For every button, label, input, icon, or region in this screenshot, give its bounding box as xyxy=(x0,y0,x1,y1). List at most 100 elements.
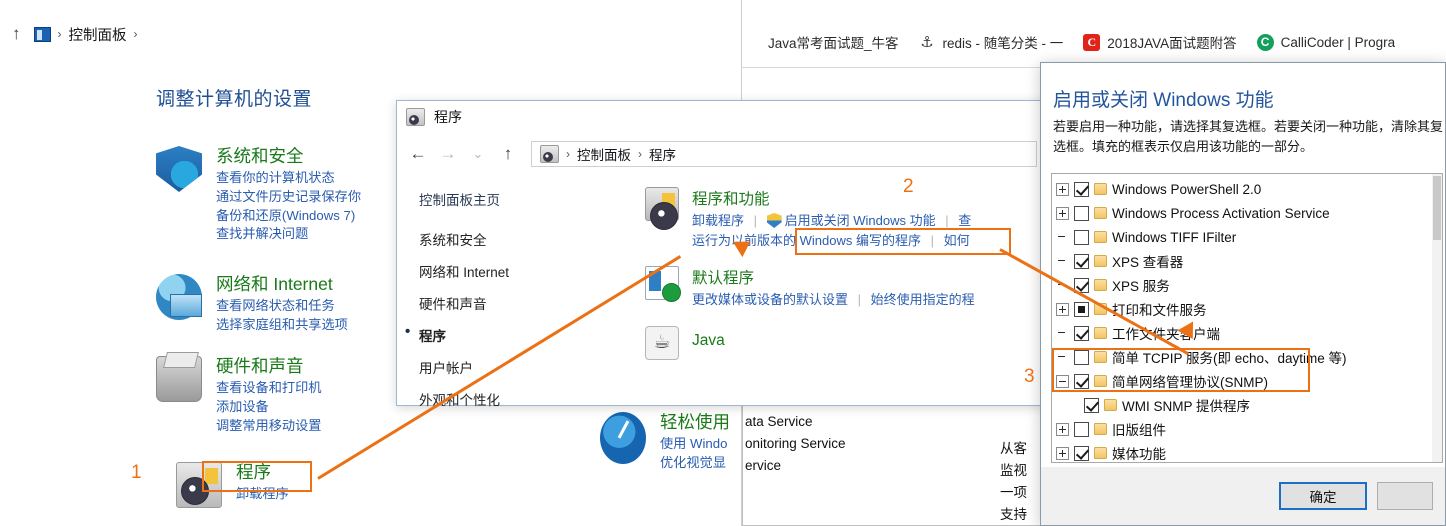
section-heading[interactable]: 默认程序 xyxy=(692,266,975,288)
feature-row-wmi-snmp[interactable]: WMI SNMP 提供程序 xyxy=(1052,393,1442,417)
category-link[interactable]: 使用 Windo xyxy=(660,435,730,454)
feature-row[interactable]: 工作文件夹客户端 xyxy=(1052,321,1442,345)
cancel-button[interactable] xyxy=(1377,482,1433,510)
category-system-and-security[interactable]: 系统和安全 查看你的计算机状态 通过文件历史记录保存你 备份和还原(Window… xyxy=(156,146,361,244)
feature-label: 旧版组件 xyxy=(1112,423,1166,438)
link-view-more[interactable]: 查 xyxy=(958,213,971,228)
feature-checkbox[interactable] xyxy=(1074,325,1089,341)
browser-tab-1[interactable]: ⚓ redis - 随笔分类 - 一 xyxy=(909,22,1074,62)
sidebar-item-network-and-internet[interactable]: 网络和 Internet xyxy=(419,261,639,281)
folder-icon xyxy=(1094,447,1107,459)
expand-icon xyxy=(1056,231,1069,244)
expand-icon[interactable] xyxy=(1056,422,1069,436)
feature-row[interactable]: Windows PowerShell 2.0 xyxy=(1052,177,1442,201)
annotation-box-windows-features-link xyxy=(795,228,1011,255)
back-button[interactable]: ← xyxy=(405,144,431,164)
category-link[interactable]: 查看设备和打印机 xyxy=(216,379,322,398)
ok-button[interactable]: 确定 xyxy=(1279,482,1367,510)
address-path-bar[interactable]: › 控制面板 › 程序 xyxy=(531,141,1037,167)
category-link[interactable]: 查看网络状态和任务 xyxy=(216,297,348,316)
feature-checkbox[interactable] xyxy=(1074,205,1089,221)
programs-icon xyxy=(645,187,679,230)
windows-features-dialog: 启用或关闭 Windows 功能 若要启用一种功能，请选择其复选框。若要关闭一种… xyxy=(1040,62,1446,526)
category-link[interactable]: 通过文件历史记录保存你 xyxy=(216,188,361,207)
section-links-row: 更改媒体或设备的默认设置 | 始终使用指定的程 xyxy=(692,290,975,310)
folder-icon xyxy=(1094,255,1107,267)
expand-icon xyxy=(1056,255,1069,268)
category-link[interactable]: 选择家庭组和共享选项 xyxy=(216,316,348,335)
category-link[interactable]: 查找并解决问题 xyxy=(216,225,361,244)
feature-label: 媒体功能 xyxy=(1112,447,1166,462)
expand-icon[interactable] xyxy=(1056,446,1069,460)
sidebar-item-system-and-security[interactable]: 系统和安全 xyxy=(419,229,639,249)
feature-checkbox[interactable] xyxy=(1074,253,1089,269)
feature-checkbox[interactable] xyxy=(1084,397,1099,413)
sidebar-item-appearance[interactable]: 外观和个性化 xyxy=(419,389,639,409)
forward-button[interactable]: → xyxy=(435,144,461,164)
link-turn-windows-features[interactable]: 启用或关闭 Windows 功能 xyxy=(766,213,936,228)
folder-icon xyxy=(1094,423,1107,435)
feature-checkbox[interactable] xyxy=(1074,421,1089,437)
category-hardware-and-sound[interactable]: 硬件和声音 查看设备和打印机 添加设备 调整常用移动设置 xyxy=(156,356,322,435)
section-heading[interactable]: 程序和功能 xyxy=(692,187,971,209)
feature-checkbox[interactable] xyxy=(1074,229,1089,245)
up-arrow-icon[interactable]: ↑ xyxy=(8,24,25,44)
breadcrumb-item-control-panel[interactable]: 控制面板 xyxy=(69,24,127,45)
breadcrumb-item-control-panel[interactable]: 控制面板 xyxy=(577,144,631,164)
sidebar-item-programs[interactable]: 程序 xyxy=(405,323,639,345)
category-heading[interactable]: 系统和安全 xyxy=(216,146,361,166)
section-heading[interactable]: Java xyxy=(692,332,725,350)
link-change-default-settings[interactable]: 更改媒体或设备的默认设置 xyxy=(692,292,848,307)
browser-tab-2[interactable]: C 2018JAVA面试题附答 xyxy=(1073,22,1246,62)
annotation-box-programs xyxy=(202,461,312,492)
category-link[interactable]: 备份和还原(Windows 7) xyxy=(216,207,361,226)
feature-row[interactable]: XPS 查看器 xyxy=(1052,249,1442,273)
category-ease-of-access[interactable]: 轻松使用 使用 Windo 优化视觉显 xyxy=(600,412,730,473)
globe-icon xyxy=(156,274,202,320)
scrollbar-thumb[interactable] xyxy=(1433,176,1441,240)
sidebar-item-user-accounts[interactable]: 用户帐户 xyxy=(419,357,639,377)
category-link[interactable]: 调整常用移动设置 xyxy=(216,417,322,436)
breadcrumb: › 控制面板 › xyxy=(33,24,138,45)
category-link[interactable]: 添加设备 xyxy=(216,398,322,417)
expand-icon[interactable] xyxy=(1056,206,1069,220)
browser-tab-label: Java常考面试题_牛客 xyxy=(768,36,899,51)
category-link[interactable]: 优化视觉显 xyxy=(660,454,730,473)
link-separator: | xyxy=(945,213,949,228)
features-tree[interactable]: Windows PowerShell 2.0 Windows Process A… xyxy=(1051,173,1443,463)
feature-checkbox[interactable] xyxy=(1074,181,1089,197)
browser-tab-3[interactable]: C CalliCoder | Progra xyxy=(1247,22,1406,62)
annotation-marker-3: 3 xyxy=(1024,366,1035,387)
programs-sidebar: 控制面板主页 系统和安全 网络和 Internet 硬件和声音 程序 用户帐户 … xyxy=(397,175,639,409)
category-heading[interactable]: 网络和 Internet xyxy=(216,274,348,294)
programs-window-title: 程序 xyxy=(434,109,462,125)
browser-tab-0[interactable]: Java常考面试题_牛客 xyxy=(734,22,909,62)
sidebar-item-control-panel-home[interactable]: 控制面板主页 xyxy=(419,189,639,209)
recent-locations-button[interactable]: ⌄ xyxy=(465,146,491,162)
up-button[interactable]: ↑ xyxy=(495,144,521,164)
feature-label: 打印和文件服务 xyxy=(1112,303,1207,318)
category-network-and-internet[interactable]: 网络和 Internet 查看网络状态和任务 选择家庭组和共享选项 xyxy=(156,274,348,335)
tab-list: Java常考面试题_牛客 ⚓ redis - 随笔分类 - 一 C 2018JA… xyxy=(740,22,1446,62)
feature-checkbox[interactable] xyxy=(1074,445,1089,461)
breadcrumb-item-programs[interactable]: 程序 xyxy=(649,144,676,164)
feature-label: Windows PowerShell 2.0 xyxy=(1112,181,1262,197)
link-uninstall-program[interactable]: 卸载程序 xyxy=(692,213,744,228)
expand-icon xyxy=(1056,327,1069,340)
category-heading[interactable]: 硬件和声音 xyxy=(216,356,322,376)
category-link[interactable]: 查看你的计算机状态 xyxy=(216,169,361,188)
link-always-use-program[interactable]: 始终使用指定的程 xyxy=(871,292,975,307)
feature-row[interactable]: XPS 服务 xyxy=(1052,273,1442,297)
shield-icon xyxy=(156,146,202,192)
category-heading[interactable]: 轻松使用 xyxy=(660,412,730,432)
feature-row[interactable]: Windows TIFF IFilter xyxy=(1052,225,1442,249)
expand-icon[interactable] xyxy=(1056,302,1069,316)
programs-icon xyxy=(406,108,425,126)
feature-checkbox[interactable] xyxy=(1074,301,1089,317)
feature-row[interactable]: 旧版组件 xyxy=(1052,417,1442,441)
features-scrollbar[interactable] xyxy=(1432,174,1442,462)
feature-row[interactable]: Windows Process Activation Service xyxy=(1052,201,1442,225)
link-separator: | xyxy=(753,213,758,228)
feature-row[interactable]: 媒体功能 xyxy=(1052,441,1442,462)
expand-icon[interactable] xyxy=(1056,182,1069,196)
